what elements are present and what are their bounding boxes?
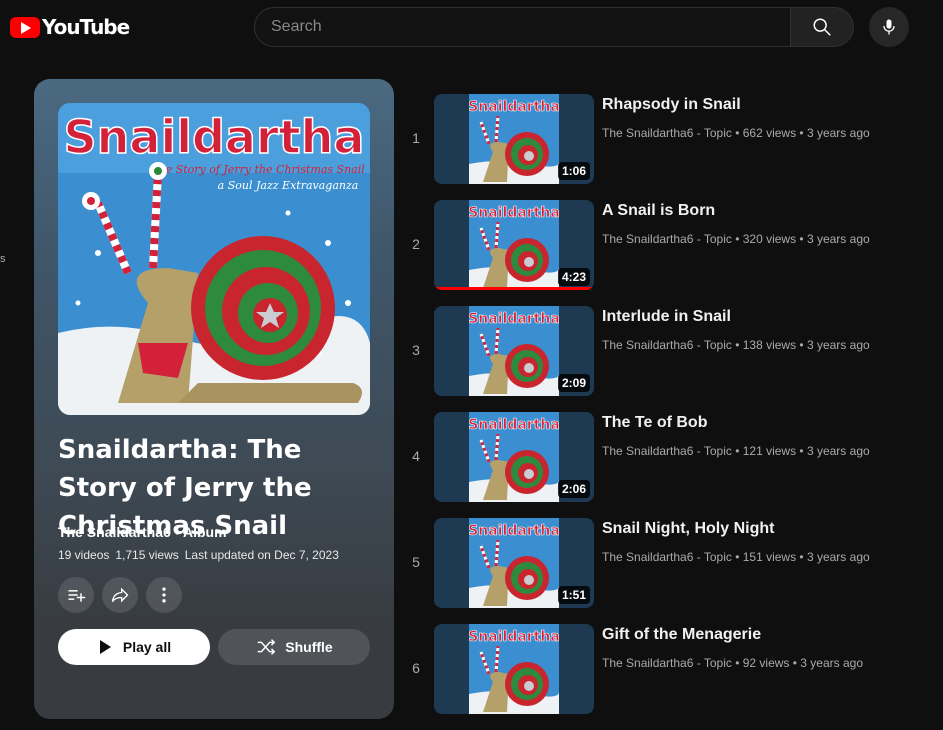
video-index: 3	[412, 342, 420, 358]
playlist-add-icon	[68, 590, 86, 602]
video-row[interactable]: 3 Snaildartha 2:09 Interlude in Snail Th…	[404, 306, 934, 412]
playlist-stats: 19 videos 1,715 views Last updated on De…	[58, 548, 339, 562]
logo-text: YouTube	[42, 15, 130, 39]
thumbnail-art: Snaildartha	[469, 94, 559, 184]
video-index: 1	[412, 130, 420, 146]
microphone-icon	[883, 19, 895, 35]
video-row[interactable]: 4 Snaildartha 2:06 The Te of Bob The Sna…	[404, 412, 934, 518]
share-icon	[111, 587, 129, 603]
video-title[interactable]: A Snail is Born	[602, 202, 715, 220]
video-duration: 1:06	[557, 162, 590, 180]
thumbnail-art: Snaildartha	[469, 412, 559, 502]
thumbnail-title-text: Snaildartha	[469, 417, 559, 433]
thumbnail-art: Snaildartha	[469, 200, 559, 290]
video-thumbnail[interactable]: Snaildartha 2:06	[434, 412, 594, 502]
video-meta: The Snaildartha6 - Topic • 662 views • 3…	[602, 126, 870, 140]
playlist-cover-art[interactable]: Snaildartha The Story of Jerry the Chris…	[58, 103, 370, 415]
video-meta: The Snaildartha6 - Topic • 138 views • 3…	[602, 338, 870, 352]
video-row[interactable]: 1 Snaildartha 1:06 Rhapsody in Snail The…	[404, 94, 934, 200]
video-title[interactable]: Rhapsody in Snail	[602, 96, 741, 114]
video-thumbnail[interactable]: Snaildartha	[434, 624, 594, 714]
video-thumbnail[interactable]: Snaildartha 2:09	[434, 306, 594, 396]
video-row[interactable]: 5 Snaildartha 1:51 Snail Night, Holy Nig…	[404, 518, 934, 624]
video-duration: 2:06	[557, 480, 590, 498]
play-icon	[99, 640, 111, 654]
video-meta: The Snaildartha6 - Topic • 92 views • 3 …	[602, 656, 863, 670]
shuffle-icon	[258, 639, 276, 655]
thumbnail-title-text: Snaildartha	[469, 629, 559, 645]
thumbnail-title-text: Snaildartha	[469, 99, 559, 115]
thumbnail-art: Snaildartha	[469, 518, 559, 608]
thumbnail-art: Snaildartha	[469, 624, 559, 714]
cover-illustration: Snaildartha The Story of Jerry the Chris…	[58, 103, 370, 415]
shuffle-label: Shuffle	[285, 639, 333, 655]
video-duration: 1:51	[557, 586, 590, 604]
video-thumbnail[interactable]: Snaildartha 1:51	[434, 518, 594, 608]
play-all-label: Play all	[122, 639, 172, 655]
video-index: 4	[412, 448, 420, 464]
cover-subtitle-2: a Soul Jazz Extravaganza	[218, 179, 359, 192]
search-icon	[813, 18, 831, 36]
video-thumbnail[interactable]: Snaildartha 1:06	[434, 94, 594, 184]
video-title[interactable]: Gift of the Menagerie	[602, 626, 761, 644]
youtube-logo[interactable]: YouTube	[10, 15, 130, 39]
view-count: 1,715 views	[115, 548, 179, 562]
voice-search-button[interactable]	[869, 7, 909, 47]
search-box[interactable]	[254, 7, 790, 47]
video-duration: 4:23	[557, 268, 590, 286]
top-bar: YouTube	[0, 0, 943, 56]
video-index: 6	[412, 660, 420, 676]
more-actions-button[interactable]	[146, 577, 182, 613]
watch-progress-bar	[434, 287, 594, 290]
cover-title-text: Snaildartha	[64, 110, 365, 164]
edge-clipped-text: s	[0, 253, 6, 265]
youtube-play-icon	[10, 16, 40, 38]
video-thumbnail[interactable]: Snaildartha 4:23	[434, 200, 594, 290]
thumbnail-title-text: Snaildartha	[469, 311, 559, 327]
thumbnail-title-text: Snaildartha	[469, 523, 559, 539]
playlist-header-panel: Snaildartha The Story of Jerry the Chris…	[34, 79, 394, 719]
search-input[interactable]	[271, 18, 790, 36]
video-title[interactable]: Snail Night, Holy Night	[602, 520, 774, 538]
more-vertical-icon	[162, 587, 166, 603]
search-bar	[254, 7, 854, 47]
video-title[interactable]: The Te of Bob	[602, 414, 707, 432]
video-title[interactable]: Interlude in Snail	[602, 308, 731, 326]
thumbnail-title-text: Snaildartha	[469, 205, 559, 221]
search-button[interactable]	[790, 7, 854, 47]
last-updated: Last updated on Dec 7, 2023	[184, 548, 339, 562]
video-row[interactable]: 2 Snaildartha 4:23 A Snail is Born The S…	[404, 200, 934, 306]
video-list: 1 Snaildartha 1:06 Rhapsody in Snail The…	[404, 94, 934, 730]
thumbnail-art: Snaildartha	[469, 306, 559, 396]
video-duration: 2:09	[557, 374, 590, 392]
video-index: 5	[412, 554, 420, 570]
video-row[interactable]: 6 Snaildartha Gift of the Menagerie The …	[404, 624, 934, 730]
save-to-library-button[interactable]	[58, 577, 94, 613]
video-index: 2	[412, 236, 420, 252]
playlist-owner[interactable]: The Snaildartha6 • Album	[58, 524, 227, 540]
play-all-button[interactable]: Play all	[58, 629, 210, 665]
share-button[interactable]	[102, 577, 138, 613]
video-meta: The Snaildartha6 - Topic • 151 views • 3…	[602, 550, 870, 564]
video-meta: The Snaildartha6 - Topic • 320 views • 3…	[602, 232, 870, 246]
video-meta: The Snaildartha6 - Topic • 121 views • 3…	[602, 444, 870, 458]
video-count: 19 videos	[58, 548, 110, 562]
cover-subtitle-1: The Story of Jerry the Christmas Snail	[151, 163, 365, 176]
shuffle-button[interactable]: Shuffle	[218, 629, 370, 665]
